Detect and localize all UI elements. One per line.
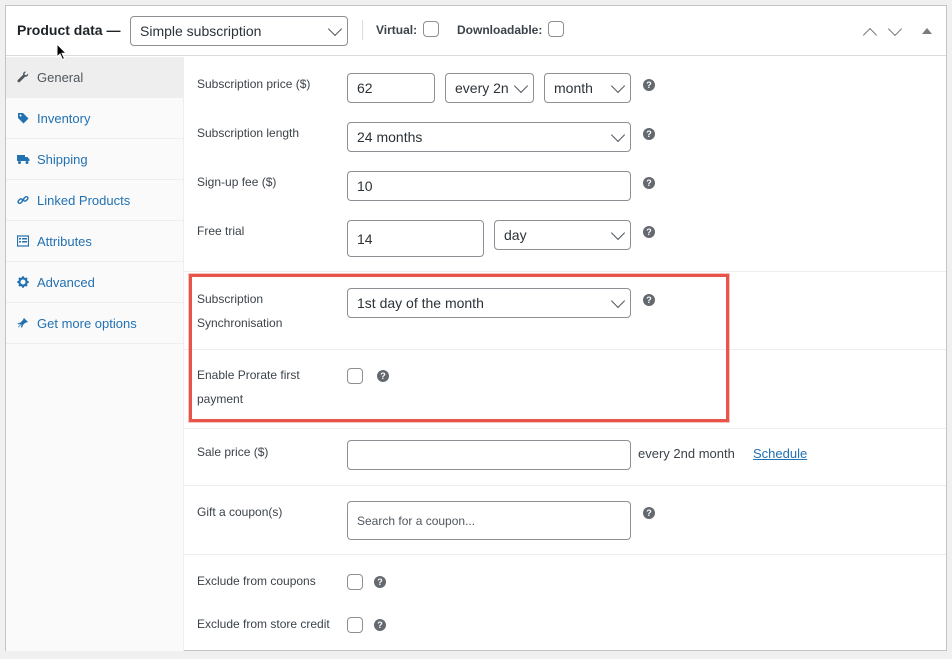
billing-interval-value: every 2n	[455, 80, 509, 96]
section-divider	[184, 554, 946, 555]
signup-fee-input[interactable]: 10	[347, 171, 631, 201]
subscription-price-input[interactable]: 62	[347, 73, 435, 103]
help-icon[interactable]: ?	[643, 128, 655, 140]
tag-icon	[17, 112, 29, 124]
product-data-panel: Product data — Simple subscription Virtu…	[5, 5, 947, 651]
product-data-header: Product data — Simple subscription Virtu…	[6, 6, 946, 56]
virtual-label: Virtual:	[376, 23, 418, 37]
tab-inventory[interactable]: Inventory	[6, 98, 184, 139]
billing-interval-select[interactable]: every 2n	[445, 73, 534, 103]
free-trial-period-select[interactable]: day	[494, 220, 631, 250]
tab-shipping[interactable]: Shipping	[6, 139, 184, 180]
move-down-icon[interactable]	[887, 21, 903, 37]
link-icon	[17, 194, 29, 206]
tab-label: General	[37, 69, 84, 85]
exclude-coupons-label: Exclude from coupons	[197, 574, 316, 588]
section-divider	[184, 428, 946, 429]
help-icon[interactable]: ?	[643, 507, 655, 519]
free-trial-input[interactable]: 14	[347, 220, 484, 257]
chevron-down-icon	[610, 78, 626, 94]
tab-attributes[interactable]: Attributes	[6, 221, 184, 262]
billing-period-value: month	[554, 80, 593, 96]
tab-label: Inventory	[37, 110, 91, 126]
subscription-length-label: Subscription length	[197, 126, 300, 140]
product-type-value: Simple subscription	[140, 23, 262, 39]
help-icon[interactable]: ?	[374, 619, 386, 631]
chevron-down-icon	[513, 78, 529, 94]
sale-price-input[interactable]	[347, 440, 631, 470]
plugin-icon	[17, 317, 29, 329]
gear-icon	[17, 276, 29, 288]
coupon-search-placeholder: Search for a coupon...	[357, 513, 476, 528]
section-divider	[184, 271, 946, 272]
tab-label: Linked Products	[37, 192, 131, 208]
virtual-checkbox[interactable]	[423, 21, 439, 37]
sale-price-label: Sale price ($)	[197, 445, 269, 459]
tab-label: Shipping	[37, 151, 88, 167]
tab-general[interactable]: General	[6, 57, 184, 98]
downloadable-checkbox[interactable]	[548, 21, 564, 37]
highlight-box	[189, 274, 729, 422]
signup-fee-value: 10	[357, 178, 373, 194]
chevron-down-icon	[610, 225, 626, 241]
exclude-store-credit-label: Exclude from store credit	[197, 617, 330, 631]
panel-title: Product data —	[17, 22, 121, 38]
list-icon	[16, 235, 30, 247]
free-trial-value: 14	[357, 230, 373, 247]
tab-advanced[interactable]: Advanced	[6, 262, 184, 303]
exclude-store-credit-checkbox[interactable]	[347, 617, 363, 633]
tab-linked-products[interactable]: Linked Products	[6, 180, 184, 221]
chevron-down-icon	[327, 21, 343, 37]
help-icon[interactable]: ?	[643, 79, 655, 91]
collapse-toggle-icon[interactable]	[922, 28, 932, 34]
truck-icon	[17, 153, 30, 165]
subscription-price-label: Subscription price ($)	[197, 77, 311, 91]
subscription-price-value: 62	[357, 80, 373, 96]
product-data-tabs: General Inventory Shipping Linked Produc…	[6, 57, 184, 651]
section-divider	[184, 485, 946, 486]
signup-fee-label: Sign-up fee ($)	[197, 175, 277, 189]
coupon-search-input[interactable]: Search for a coupon...	[347, 501, 631, 540]
product-type-select[interactable]: Simple subscription	[130, 16, 348, 46]
move-up-icon[interactable]	[862, 27, 878, 43]
help-icon[interactable]: ?	[643, 226, 655, 238]
help-icon[interactable]: ?	[643, 177, 655, 189]
subscription-length-select[interactable]: 24 months	[347, 122, 631, 152]
tab-label: Attributes	[37, 233, 92, 249]
free-trial-label: Free trial	[197, 224, 245, 238]
downloadable-label: Downloadable:	[457, 23, 543, 37]
tab-get-more-options[interactable]: Get more options	[6, 303, 184, 344]
tab-label: Get more options	[37, 315, 137, 331]
sale-price-suffix: every 2nd month	[638, 446, 735, 461]
gift-coupon-label: Gift a coupon(s)	[197, 505, 283, 519]
tab-label: Advanced	[37, 274, 95, 290]
header-divider	[362, 20, 363, 40]
free-trial-period-value: day	[504, 227, 527, 243]
wrench-icon	[17, 71, 29, 83]
billing-period-select[interactable]: month	[544, 73, 631, 103]
subscription-length-value: 24 months	[357, 129, 423, 145]
schedule-link[interactable]: Schedule	[753, 446, 807, 461]
mouse-cursor-icon	[56, 43, 68, 61]
exclude-coupons-checkbox[interactable]	[347, 574, 363, 590]
help-icon[interactable]: ?	[374, 576, 386, 588]
chevron-down-icon	[610, 127, 626, 143]
